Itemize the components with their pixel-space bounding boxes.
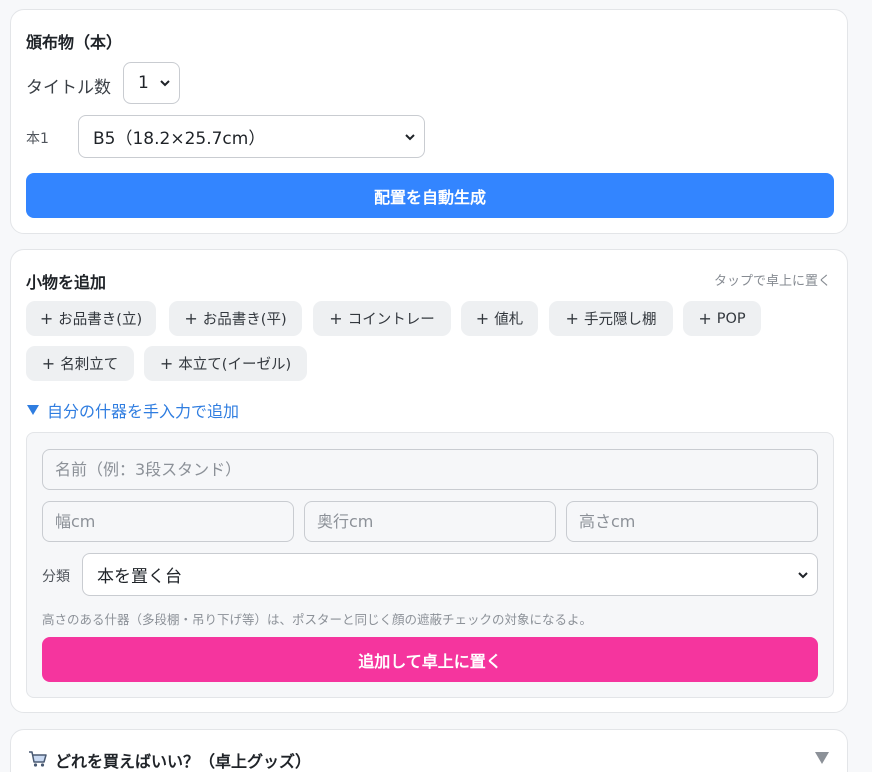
title-count-select[interactable]: 1 <box>123 62 180 104</box>
fixture-width-input[interactable] <box>42 501 294 542</box>
plus-icon: + <box>698 309 712 328</box>
fixture-depth-input[interactable] <box>304 501 556 542</box>
chip-label: お品書き(平) <box>202 312 287 328</box>
custom-fixture-toggle-label: 自分の什器を手入力で追加 <box>47 402 240 421</box>
triangle-down-icon <box>27 405 39 415</box>
chip-label: コイントレー <box>347 312 435 328</box>
fixture-name-input[interactable] <box>42 449 818 490</box>
chip-card-stand[interactable]: + 名刺立て <box>26 346 134 381</box>
small-items-title: 小物を追加 <box>26 273 107 292</box>
chevron-down-icon <box>405 133 415 140</box>
book-size-select[interactable]: B5（18.2×25.7cm） <box>78 115 425 158</box>
plus-icon: + <box>565 309 579 328</box>
plus-icon: + <box>329 309 343 328</box>
distribution-title: 頒布物（本） <box>26 33 123 52</box>
book-label: 本1 <box>26 131 49 147</box>
custom-fixture-form: 分類 本を置く台 高さのある什器（多段棚・吊り下げ等）は、ポスターと同じく顔の遮… <box>26 432 834 698</box>
chip-label: POP <box>716 310 746 327</box>
fixture-height-input[interactable] <box>566 501 818 542</box>
chip-label: 名刺立て <box>60 357 119 373</box>
generate-layout-button[interactable]: 配置を自動生成 <box>26 173 834 218</box>
category-label: 分類 <box>42 569 70 585</box>
title-count-value: 1 <box>138 73 149 93</box>
tap-hint: タップで卓上に置く <box>713 274 831 289</box>
plus-icon: + <box>41 354 56 373</box>
book-size-value: B5（18.2×25.7cm） <box>93 129 266 149</box>
plus-icon: + <box>475 309 490 328</box>
shopping-guide-card[interactable]: どれを買えばいい？（卓上グッズ） <box>10 729 848 772</box>
title-count-label: タイトル数 <box>26 78 111 98</box>
chevron-down-icon <box>798 571 808 578</box>
chip-menu-flat[interactable]: + お品書き(平) <box>169 301 302 336</box>
chip-easel[interactable]: + 本立て(イーゼル) <box>144 346 307 381</box>
small-items-card: 小物を追加 タップで卓上に置く + お品書き(立) + お品書き(平) + コイントレ… <box>10 249 848 713</box>
chip-label: 本立て(イーゼル) <box>178 357 292 373</box>
add-to-table-button[interactable]: 追加して卓上に置く <box>42 637 818 682</box>
triangle-down-icon[interactable] <box>814 751 830 765</box>
chip-label: 値札 <box>494 312 524 328</box>
chip-coin-tray[interactable]: + コイントレー <box>313 301 451 336</box>
category-select[interactable]: 本を置く台 <box>82 553 818 596</box>
plus-icon: + <box>184 309 198 328</box>
chevron-down-icon <box>160 80 170 87</box>
chip-price-tag[interactable]: + 値札 <box>461 301 538 336</box>
shopping-cart-icon <box>29 751 47 767</box>
chip-menu-standing[interactable]: + お品書き(立) <box>26 301 156 336</box>
chip-label: 手元隠し棚 <box>583 312 657 328</box>
plus-icon: + <box>159 354 174 373</box>
chip-label: お品書き(立) <box>58 312 143 328</box>
chip-pop[interactable]: + POP <box>683 301 761 336</box>
chip-hand-shelf[interactable]: + 手元隠し棚 <box>549 301 673 336</box>
category-value: 本を置く台 <box>97 567 182 587</box>
plus-icon: + <box>39 309 54 328</box>
occlusion-note: 高さのある什器（多段棚・吊り下げ等）は、ポスターと同じく顔の遮蔽チェックの対象に… <box>42 612 593 627</box>
shopping-guide-title: どれを買えばいい？（卓上グッズ） <box>55 752 312 771</box>
distribution-card: 頒布物（本） タイトル数 1 本1 B5（18.2×25.7cm） 配置を自動生… <box>10 9 848 234</box>
custom-fixture-toggle[interactable]: 自分の什器を手入力で追加 <box>26 398 239 422</box>
